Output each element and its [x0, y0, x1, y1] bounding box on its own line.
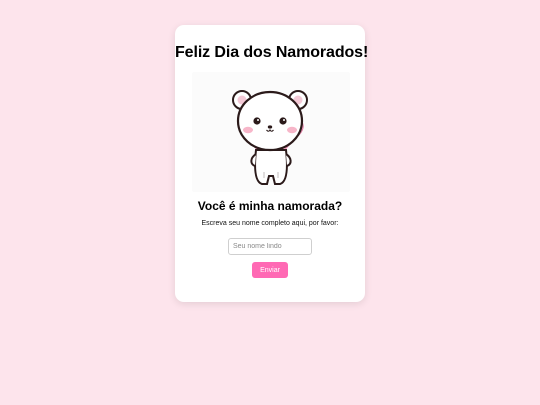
valentine-card: Feliz Dia dos Namorados! Você é minha na… — [175, 25, 369, 302]
name-input[interactable] — [228, 238, 312, 255]
cute-bear-holding-heart-icon — [232, 90, 308, 185]
instruction-text: Escreva seu nome completo aqui, por favo… — [201, 220, 339, 227]
page-title: Feliz Dia dos Namorados! — [175, 44, 369, 61]
submit-button[interactable]: Enviar — [252, 262, 288, 278]
bear-illustration — [192, 72, 350, 192]
question-heading: Você é minha namorada? — [197, 199, 343, 213]
